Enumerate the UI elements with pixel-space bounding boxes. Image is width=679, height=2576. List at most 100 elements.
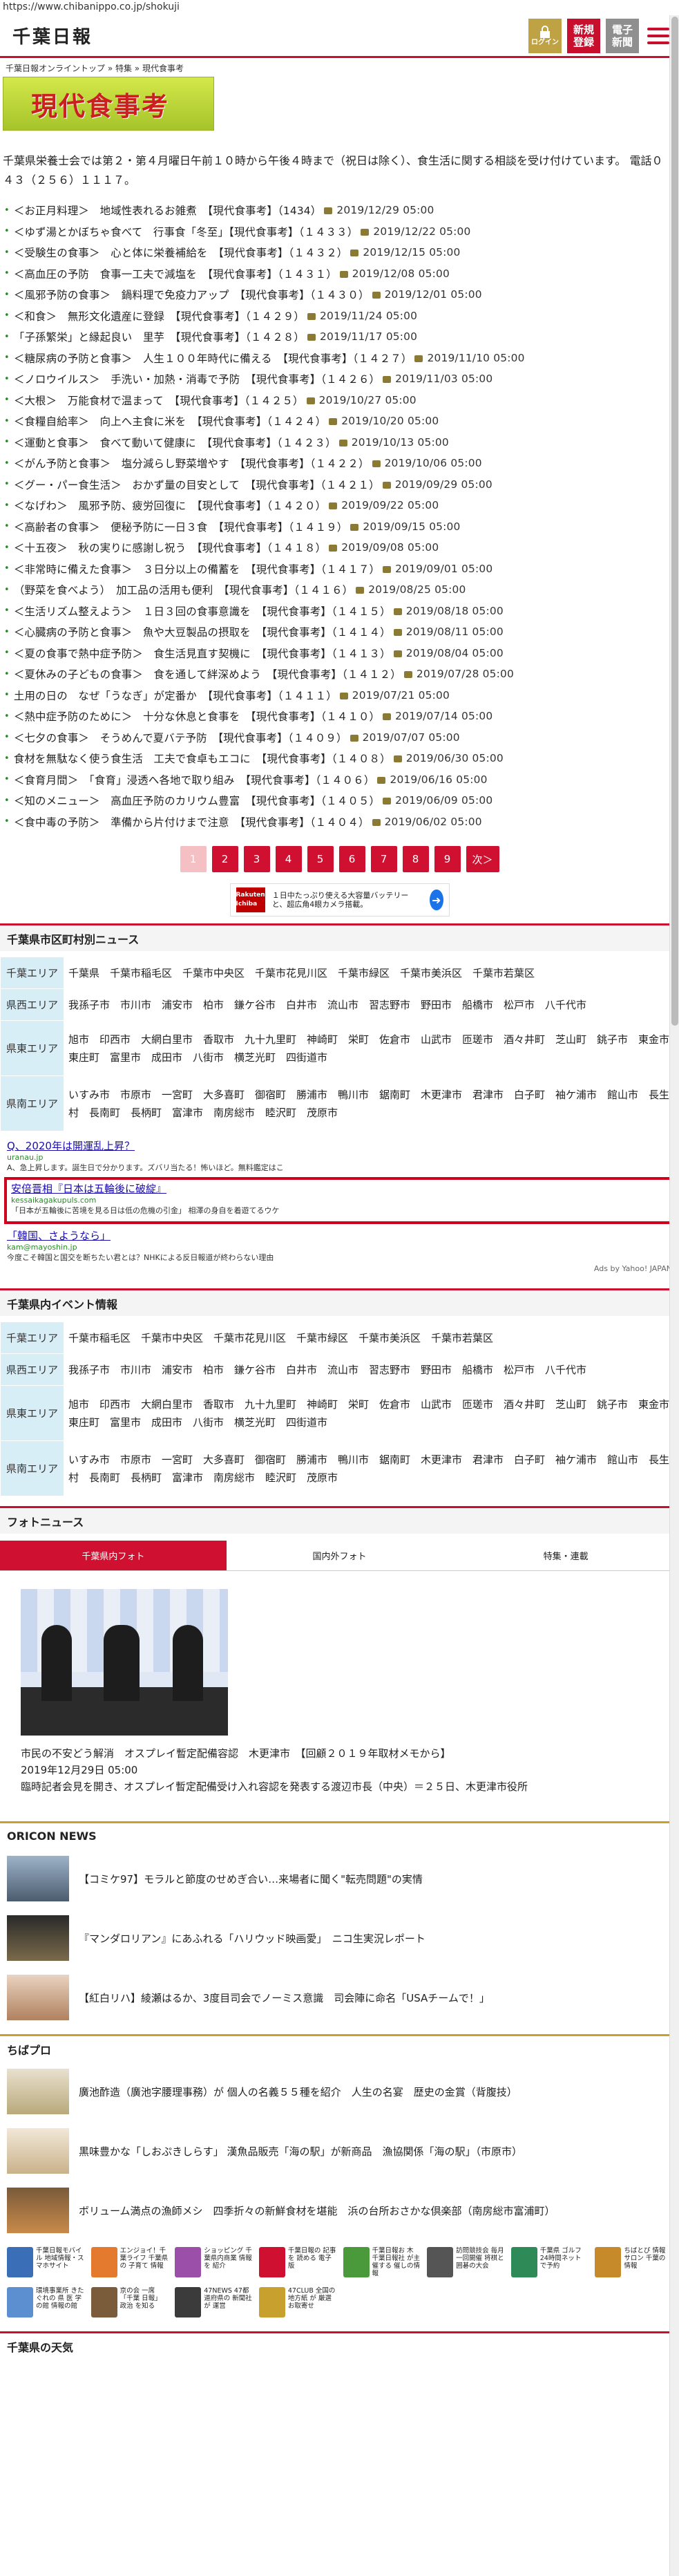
article-item[interactable]: • ＜受験生の食事＞ 心と体に栄養補給を 【現代食事考】（１４３２） 2019/12… <box>4 242 675 263</box>
e-newspaper-button[interactable]: 電子 新聞 <box>606 18 639 53</box>
register-button[interactable]: 新規 登録 <box>567 18 600 53</box>
article-title[interactable]: ＜大根＞ 万能食材で温まって 【現代食事考】（１４２５） <box>14 393 304 408</box>
arrow-right-icon[interactable]: ➜ <box>430 890 443 910</box>
article-title[interactable]: ＜食育月間＞ 「食育」浸透へ各地で取り組み 【現代食事考】（１４０６） <box>14 772 375 787</box>
thumbnail[interactable] <box>7 2069 69 2114</box>
thumbnail[interactable] <box>7 1915 69 1961</box>
area-label[interactable]: 県東エリア <box>0 1020 64 1076</box>
tab-domestic-photo[interactable]: 国内外フォト <box>226 1541 453 1571</box>
service-link[interactable]: 環境事業所 きたぐれの 県 医 学 の館 情報の館 <box>7 2287 84 2323</box>
thumbnail[interactable] <box>7 1975 69 2020</box>
article-item[interactable]: • 土用の日の なぜ「うなぎ」が定番か 【現代食事考】（１４１１） 2019/07/… <box>4 685 675 706</box>
scrollbar[interactable] <box>669 15 679 2576</box>
area-label[interactable]: 千葉エリア <box>0 957 64 989</box>
area-label[interactable]: 県東エリア <box>0 1385 64 1441</box>
news-item[interactable]: 廣池酢造（廣池字腰理事務）が 個人の名義５５種を紹介 人生の名宴 歴史の金賞（背… <box>0 2062 679 2121</box>
breadcrumb[interactable]: 千葉日報オンライントップ » 特集 » 現代食事考 <box>0 58 679 75</box>
article-item[interactable]: • ＜夏休みの子どもの食事＞ 食を通して絆深めよう 【現代食事考】（１４１２） 20… <box>4 664 675 685</box>
article-item[interactable]: • ＜風邪予防の食事＞ 鍋料理で免疫力アップ 【現代食事考】（１４３０） 2019/… <box>4 284 675 305</box>
article-title[interactable]: ＜高齢者の食事＞ 便秘予防に一日３食 【現代食事考】（１４１９） <box>14 519 348 534</box>
article-item[interactable]: • ＜大根＞ 万能食材で温まって 【現代食事考】（１４２５） 2019/10/27 … <box>4 390 675 411</box>
article-title[interactable]: （野菜を食べよう） 加工品の活用も便利 【現代食事考】（１４１６） <box>14 582 353 597</box>
news-title[interactable]: 【紅白リハ】綾瀬はるか、3度目司会でノーミス意識 司会陣に命名「USAチームで！… <box>79 1991 490 2005</box>
article-item[interactable]: • ＜なげわ＞ 風邪予防、疲労回復に 【現代食事考】（１４２０） 2019/09/2… <box>4 495 675 516</box>
tab-features[interactable]: 特集・連載 <box>452 1541 679 1571</box>
article-item[interactable]: • ＜お正月料理＞ 地域性表れるお雑煮 【現代食事考】（1434） 2019/12/… <box>4 200 675 221</box>
service-link[interactable]: 千葉日報お 木 千葉日報社 が主催する 催しの情報 <box>343 2247 421 2283</box>
news-title[interactable]: 廣池酢造（廣池字腰理事務）が 個人の名義５５種を紹介 人生の名宴 歴史の金賞（背… <box>79 2085 517 2099</box>
article-title[interactable]: ＜ノロウイルス＞ 手洗い・加熱・消毒で予防 【現代食事考】（１４２６） <box>14 371 380 386</box>
article-item[interactable]: • ＜食糧自給率＞ 向上へ主食に米を 【現代食事考】（１４２４） 2019/10/2… <box>4 411 675 432</box>
area-towns[interactable]: 我孫子市 市川市 浦安市 柏市 鎌ケ谷市 白井市 流山市 習志野市 野田市 船橋… <box>64 1353 679 1386</box>
news-item[interactable]: 『マンダロリアン』にあふれる「ハリウッド映画愛」 ニコ生実況レポート <box>0 1908 679 1968</box>
page-button[interactable]: 9 <box>434 846 461 872</box>
yahoo-ad-item[interactable]: Q、2020年は開運乱上昇？ uranau.jp A、急上昇します。誕生日で分かりま… <box>7 1138 672 1173</box>
service-link[interactable]: 千葉日報の 記事を 読める 電子版 <box>258 2247 336 2283</box>
area-label[interactable]: 県南エリア <box>0 1075 64 1131</box>
article-item[interactable]: • 「子孫繁栄」と縁起良い 里芋 【現代食事考】（１４２８） 2019/11/17 … <box>4 326 675 348</box>
hamburger-menu-icon[interactable] <box>644 22 672 50</box>
login-button[interactable]: ログイン <box>528 18 562 53</box>
page-button[interactable]: 5 <box>307 846 334 872</box>
area-towns[interactable]: いすみ市 市原市 一宮町 大多喜町 御宿町 勝浦市 鴨川市 鋸南町 木更津市 君… <box>64 1440 679 1496</box>
article-item[interactable]: • ＜夏の食事で熱中症予防＞ 食生活見直す契機に 【現代食事考】（１４１３） 201… <box>4 643 675 664</box>
service-link[interactable]: 47NEWS 47都道府県の 新聞社 が 運営 <box>175 2287 252 2323</box>
thumbnail[interactable] <box>7 2188 69 2233</box>
article-title[interactable]: ＜グー・パー食生活＞ おかず量の目安として 【現代食事考】（１４２１） <box>14 477 380 492</box>
area-label[interactable]: 県西エリア <box>0 988 64 1021</box>
news-title[interactable]: 『マンダロリアン』にあふれる「ハリウッド映画愛」 ニコ生実況レポート <box>79 1931 425 1946</box>
article-item[interactable]: • ＜生活リズム整えよう＞ １日３回の食事意識を 【現代食事考】（１４１５） 201… <box>4 601 675 622</box>
article-item[interactable]: • ＜高齢者の食事＞ 便秘予防に一日３食 【現代食事考】（１４１９） 2019/09… <box>4 516 675 538</box>
news-item[interactable]: ボリューム満点の漁師メシ 四季折々の新鮮食材を堪能 浜の台所おさかな倶楽部（南房… <box>0 2181 679 2240</box>
article-title[interactable]: ＜お正月料理＞ 地域性表れるお雑煮 【現代食事考】（1434） <box>14 203 322 218</box>
thumbnail[interactable] <box>7 2128 69 2174</box>
article-title[interactable]: 「子孫繁栄」と縁起良い 里芋 【現代食事考】（１４２８） <box>14 329 305 344</box>
article-item[interactable]: • ＜糖尿病の予防と食事＞ 人生１００年時代に備える 【現代食事考】（１４２７） 2… <box>4 348 675 369</box>
page-button[interactable]: 6 <box>338 846 365 872</box>
area-towns[interactable]: いすみ市 市原市 一宮町 大多喜町 御宿町 勝浦市 鴨川市 鋸南町 木更津市 君… <box>64 1075 679 1131</box>
article-title[interactable]: ＜七夕の食事＞ そうめんで夏バテ予防 【現代食事考】（１４０９） <box>14 730 347 745</box>
article-title[interactable]: ＜生活リズム整えよう＞ １日３回の食事意識を 【現代食事考】（１４１５） <box>14 603 391 619</box>
next-page-button[interactable]: 次＞ <box>466 846 499 872</box>
area-label[interactable]: 県南エリア <box>0 1440 64 1496</box>
article-item[interactable]: • ＜食中毒の予防＞ 準備から片付けまで注意 【現代食事考】（１４０４） 2019/… <box>4 811 675 833</box>
thumbnail[interactable] <box>7 1856 69 1901</box>
service-link[interactable]: ちばとぴ 情報 サロン 千葉の 情報 <box>595 2247 672 2283</box>
article-item[interactable]: • ＜がん予防と食事＞ 塩分減らし野菜増やす 【現代食事考】（１４２２） 2019/… <box>4 453 675 474</box>
article-title[interactable]: ＜食糧自給率＞ 向上へ主食に米を 【現代食事考】（１４２４） <box>14 413 326 429</box>
article-title[interactable]: 食材を無駄なく使う食生活 工夫で食卓もエコに 【現代食事考】（１４０８） <box>14 751 391 766</box>
service-link[interactable]: ショッピング 千葉県内商業 情報を 紹介 <box>175 2247 252 2283</box>
article-title[interactable]: ＜なげわ＞ 風邪予防、疲労回復に 【現代食事考】（１４２０） <box>14 498 326 513</box>
site-logo[interactable]: 千葉日報 <box>12 23 93 48</box>
news-item[interactable]: 【コミケ97】モラルと節度のせめぎ合い…来場者に聞く"転売問題"の実情 <box>0 1849 679 1908</box>
article-title[interactable]: ＜和食＞ 無形文化遺産に登録 【現代食事考】（１４２９） <box>14 308 305 323</box>
service-link[interactable]: 訪問競技会 毎月一回開催 将棋と 囲碁の大会 <box>427 2247 504 2283</box>
article-title[interactable]: ＜受験生の食事＞ 心と体に栄養補給を 【現代食事考】（１４３２） <box>14 245 348 260</box>
area-towns[interactable]: 旭市 印西市 大網白里市 香取市 九十九里町 神崎町 栄町 佐倉市 山武市 匝瑳… <box>64 1020 679 1076</box>
yahoo-ad-item[interactable]: 安倍晋相『日本は五輪後に破綻』 kessaikagakupuls.com 「日本が五… <box>4 1177 675 1224</box>
area-towns[interactable]: 千葉県 千葉市稲毛区 千葉市中央区 千葉市花見川区 千葉市緑区 千葉市美浜区 千… <box>64 957 679 989</box>
press-conference-photo[interactable] <box>21 1589 228 1736</box>
page-button[interactable]: 7 <box>370 846 397 872</box>
news-title[interactable]: 黒味豊かな「しおぷきしらす」 漢魚品販売「海の駅」が新商品 漁協関係「海の駅」（… <box>79 2144 522 2159</box>
area-towns[interactable]: 千葉市稲毛区 千葉市中央区 千葉市花見川区 千葉市緑区 千葉市美浜区 千葉市若葉… <box>64 1322 679 1354</box>
article-item[interactable]: • ＜ノロウイルス＞ 手洗い・加熱・消毒で予防 【現代食事考】（１４２６） 2019… <box>4 368 675 390</box>
page-button[interactable]: 4 <box>275 846 302 872</box>
service-link[interactable]: 京の会 一席 「千葉 日報」 政治 を知る <box>90 2287 169 2323</box>
article-item[interactable]: • ＜熱中症予防のために＞ 十分な休息と食事を 【現代食事考】（１４１０） 2019… <box>4 706 675 727</box>
article-title[interactable]: ＜知のメニュー＞ 高血圧予防のカリウム豊富 【現代食事考】（１４０５） <box>14 793 380 808</box>
article-item[interactable]: • （野菜を食べよう） 加工品の活用も便利 【現代食事考】（１４１６） 2019/0… <box>4 579 675 601</box>
article-title[interactable]: ＜夏の食事で熱中症予防＞ 食生活見直す契機に 【現代食事考】（１４１３） <box>14 646 391 661</box>
yahoo-ad-item[interactable]: 「韓国、さようなら」 kam@mayoshin.jp 今度こそ韓国と国交を断ちたい君… <box>7 1228 672 1263</box>
article-title[interactable]: 土用の日の なぜ「うなぎ」が定番か 【現代食事考】（１４１１） <box>14 688 337 703</box>
article-item[interactable]: • ＜高血圧の予防 食事一工夫で減塩を 【現代食事考】（１４３１） 2019/12/… <box>4 263 675 285</box>
news-item[interactable]: 黒味豊かな「しおぷきしらす」 漢魚品販売「海の駅」が新商品 漁協関係「海の駅」（… <box>0 2121 679 2181</box>
article-item[interactable]: • ＜知のメニュー＞ 高血圧予防のカリウム豊富 【現代食事考】（１４０５） 2019… <box>4 790 675 811</box>
rakuten-ad[interactable]: Rakuten Ichiba １日中たっぷり使える大容量バッテリーと、超広角4眼… <box>229 883 450 916</box>
url-bar[interactable]: https://www.chibanippo.co.jp/shokuji <box>0 0 679 15</box>
article-title[interactable]: ＜熱中症予防のために＞ 十分な休息と食事を 【現代食事考】（１４１０） <box>14 708 380 724</box>
article-item[interactable]: • ＜グー・パー食生活＞ おかず量の目安として 【現代食事考】（１４２１） 2019… <box>4 474 675 496</box>
ad-title[interactable]: Q、2020年は開運乱上昇？ <box>7 1138 672 1153</box>
ad-title[interactable]: 「韓国、さようなら」 <box>7 1228 672 1243</box>
news-title[interactable]: ボリューム満点の漁師メシ 四季折々の新鮮食材を堪能 浜の台所おさかな倶楽部（南房… <box>79 2203 555 2218</box>
